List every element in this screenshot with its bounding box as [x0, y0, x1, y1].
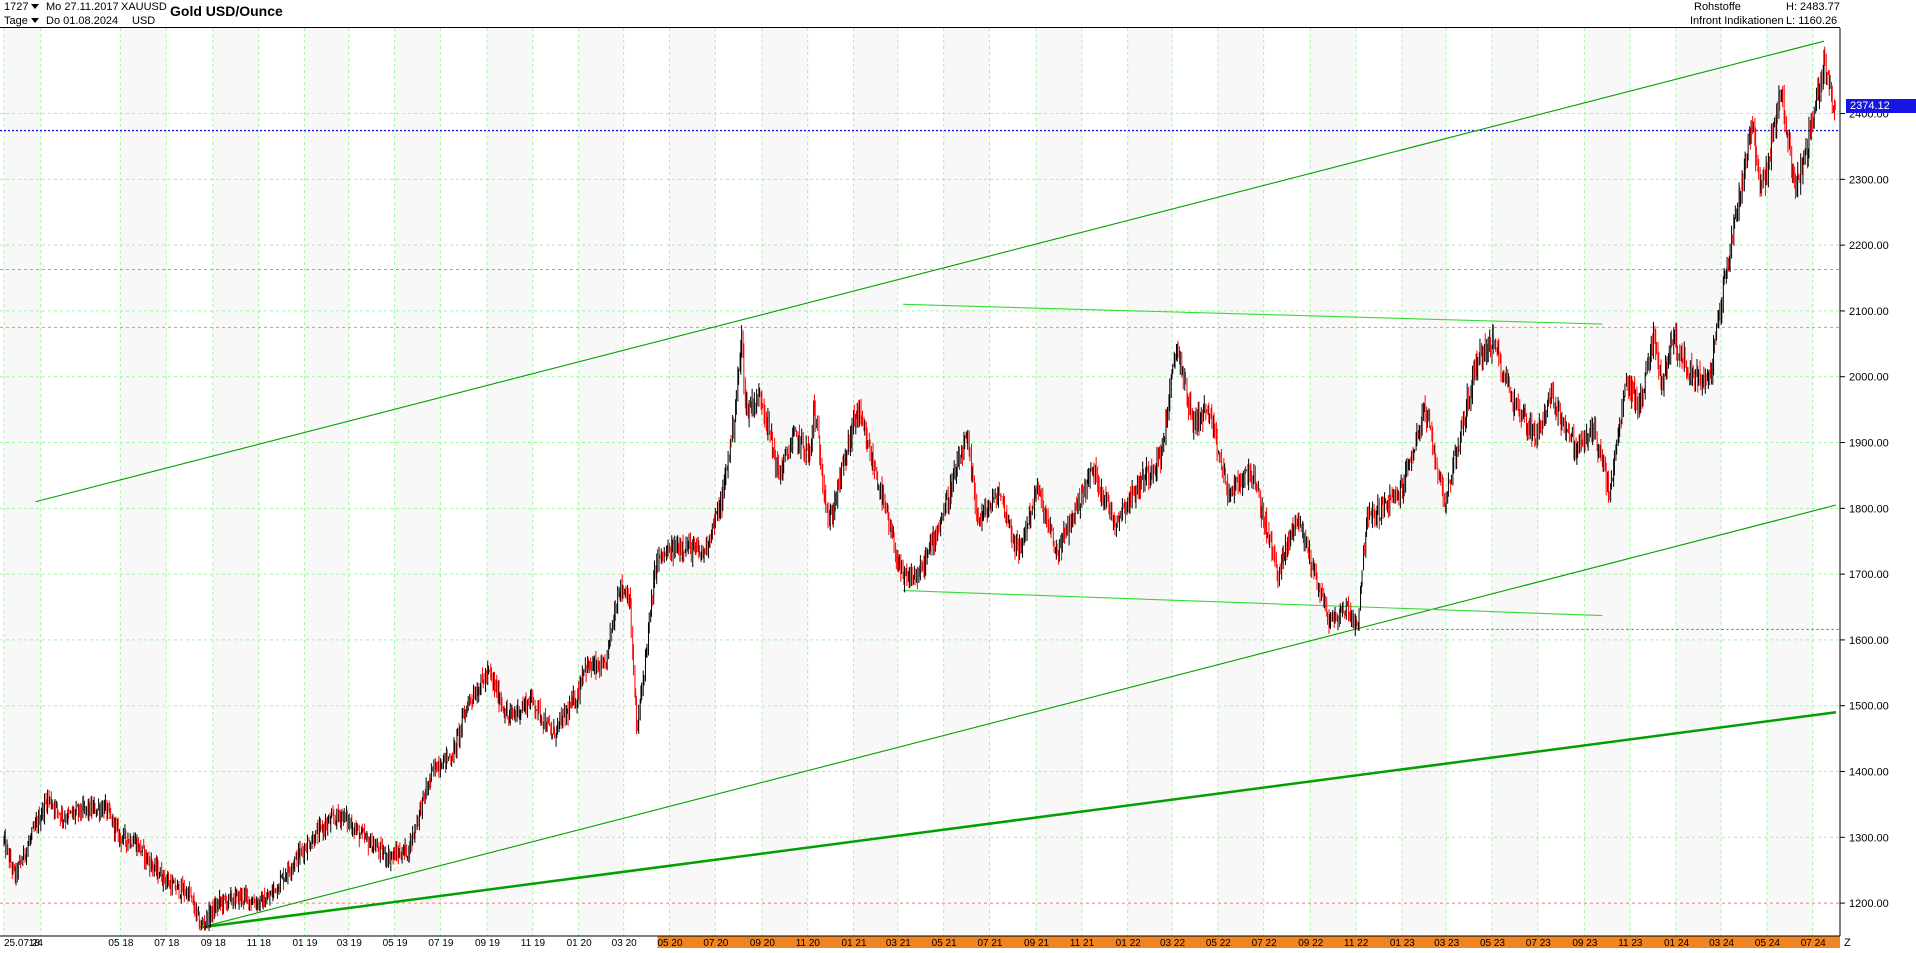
x-tick-label: 05 20 — [657, 938, 682, 948]
x-tick-label: 09 19 — [475, 938, 500, 948]
chart-root: 1200.00 1300.00 1400.00 1500.00 1600.00 1700.… — [0, 0, 1916, 949]
month-band — [212, 28, 259, 936]
month-band — [578, 28, 624, 936]
month-band — [853, 28, 898, 936]
x-tick-label: 05 23 — [1480, 938, 1505, 948]
high-value: H: 2483.77 — [1786, 1, 1840, 13]
month-band — [669, 28, 716, 936]
x-tick-label: 03 23 — [1434, 938, 1459, 948]
month-band — [4, 28, 41, 936]
x-tick-label: 05 19 — [383, 938, 408, 948]
interval-selector[interactable]: Tage — [4, 15, 42, 28]
dropdown-arrow-icon — [30, 18, 39, 24]
y-tick-label: 1300.00 — [1849, 832, 1889, 844]
y-tick-label: 1600.00 — [1849, 635, 1889, 647]
x-tick-label: 03 20 — [612, 938, 637, 948]
x-tick-label: 07 23 — [1526, 938, 1551, 948]
month-band — [1310, 28, 1357, 936]
x-tick-label: 01 22 — [1116, 938, 1141, 948]
x-tick-label: 03 21 — [886, 938, 911, 948]
low-value: L: 1160.26 — [1786, 15, 1838, 27]
month-band — [1401, 28, 1447, 936]
x-tick-label: 09 23 — [1572, 938, 1597, 948]
x-tick-label: 09 22 — [1298, 938, 1323, 948]
x-tick-label: 18 — [29, 938, 41, 948]
x-tick-label: 11 21 — [1070, 938, 1095, 948]
month-band — [1766, 28, 1813, 936]
x-tick-label: 03 19 — [337, 938, 362, 948]
source: Infront Indikationen — [1690, 15, 1784, 27]
x-tick-label: 03 22 — [1160, 938, 1185, 948]
x-tick-label: 01 24 — [1664, 938, 1689, 948]
current-price-badge: 2374.12 — [1846, 99, 1916, 113]
x-tick-label: 11 23 — [1618, 938, 1643, 948]
bar-count: 1727 — [4, 1, 29, 13]
x-tick-label: 05 18 — [108, 938, 133, 948]
x-tick-label: 11 18 — [247, 938, 272, 948]
interval: Tage — [4, 15, 28, 27]
date-to: Do 01.08.2024 — [46, 15, 119, 27]
month-band — [761, 28, 808, 936]
bar-count-selector[interactable]: 1727 — [4, 1, 42, 14]
gold-chart[interactable]: 1200.00 1300.00 1400.00 1500.00 1600.00 1700.… — [0, 0, 1916, 949]
x-tick-label: 01 20 — [567, 938, 592, 948]
x-tick-label: 09 20 — [750, 938, 775, 948]
y-tick-label: 2200.00 — [1849, 240, 1889, 252]
y-tick-label: 1400.00 — [1849, 767, 1889, 779]
corner-label: Z — [1844, 937, 1851, 948]
x-tick-label: 03 24 — [1709, 938, 1734, 948]
category: Rohstoffe — [1694, 1, 1741, 13]
month-band — [304, 28, 349, 936]
x-tick-label: 07 21 — [977, 938, 1002, 948]
x-tick-label: 11 20 — [796, 938, 821, 948]
trendline — [35, 40, 1825, 503]
x-tick-label: 11 19 — [521, 938, 546, 948]
x-tick-label: 05 24 — [1755, 938, 1780, 948]
highlight-strip — [657, 936, 1840, 948]
month-band — [1036, 28, 1082, 936]
x-tick-label: 09 21 — [1024, 938, 1049, 948]
y-tick-label: 1500.00 — [1849, 701, 1889, 713]
y-tick-label: 2100.00 — [1849, 306, 1889, 318]
y-tick-label: 1700.00 — [1849, 569, 1889, 581]
date-from: Mo 27.11.2017 — [46, 1, 119, 13]
currency: USD — [132, 15, 156, 27]
x-tick-label: 07 24 — [1801, 938, 1826, 948]
x-tick-label: 07 22 — [1252, 938, 1277, 948]
x-tick-label: 07 19 — [428, 938, 453, 948]
x-tick-label: 01 19 — [292, 938, 317, 948]
symbol: XAUUSD — [121, 1, 167, 13]
chart-title: Gold USD/Ounce — [170, 3, 283, 19]
month-band — [120, 28, 167, 936]
x-tick-label: 01 21 — [842, 938, 867, 948]
month-band — [1676, 28, 1722, 936]
month-band — [394, 28, 441, 936]
month-band — [1491, 28, 1538, 936]
y-tick-label: 1900.00 — [1849, 438, 1889, 450]
x-tick-label: 09 18 — [201, 938, 226, 948]
dropdown-arrow-icon — [31, 4, 40, 10]
x-tick-label: 01 23 — [1390, 938, 1415, 948]
x-tick-label: 07 20 — [703, 938, 728, 948]
y-tick-label: 1800.00 — [1849, 503, 1889, 515]
x-tick-label: 05 22 — [1206, 938, 1231, 948]
x-tick-label: 05 21 — [932, 938, 957, 948]
y-tick-label: 2300.00 — [1849, 174, 1889, 186]
x-tick-label: 07 18 — [154, 938, 179, 948]
month-band — [486, 28, 533, 936]
x-tick-label: 11 22 — [1344, 938, 1369, 948]
y-tick-label: 1200.00 — [1849, 898, 1889, 910]
y-tick-label: 2000.00 — [1849, 372, 1889, 384]
